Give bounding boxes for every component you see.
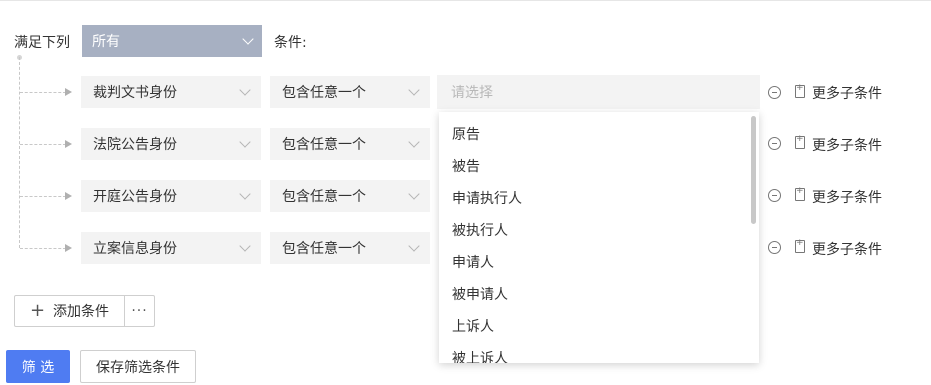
chevron-down-icon <box>408 188 420 200</box>
match-mode-select[interactable]: 所有 <box>82 25 262 57</box>
more-subconditions-link[interactable]: 更多子条件 <box>812 83 882 103</box>
dropdown-option[interactable]: 原告 <box>452 124 480 144</box>
add-document-icon[interactable] <box>795 238 805 253</box>
field-value: 立案信息身份 <box>93 241 177 257</box>
condition-field-select[interactable]: 立案信息身份 <box>81 232 261 264</box>
condition-field-select[interactable]: 开庭公告身份 <box>81 180 261 212</box>
chevron-down-icon <box>239 188 251 200</box>
field-value: 裁判文书身份 <box>93 85 177 101</box>
chevron-down-icon <box>239 240 251 252</box>
condition-field-select[interactable]: 法院公告身份 <box>81 128 261 160</box>
tree-branch <box>20 144 66 145</box>
condition-value-select[interactable]: 请选择 <box>437 75 760 109</box>
chevron-down-icon <box>408 136 420 148</box>
dropdown-option[interactable]: 被上诉人 <box>452 348 508 363</box>
more-subconditions-link[interactable]: 更多子条件 <box>812 135 882 155</box>
field-value: 开庭公告身份 <box>93 189 177 205</box>
tree-connector <box>19 57 20 248</box>
top-divider <box>0 0 931 1</box>
tree-branch <box>20 92 66 93</box>
value-dropdown-menu: 原告 被告 申请执行人 被执行人 申请人 被申请人 上诉人 被上诉人 <box>439 112 759 363</box>
remove-condition-icon[interactable] <box>768 241 781 254</box>
dropdown-option[interactable]: 申请执行人 <box>452 188 522 208</box>
value-placeholder: 请选择 <box>451 85 493 101</box>
tree-arrow-icon <box>65 88 72 96</box>
more-subconditions-link[interactable]: 更多子条件 <box>812 187 882 207</box>
field-value: 法院公告身份 <box>93 137 177 153</box>
dropdown-option[interactable]: 上诉人 <box>452 316 494 336</box>
add-document-icon[interactable] <box>795 83 805 98</box>
add-condition-group: + 添加条件 ··· <box>14 295 155 327</box>
dropdown-option[interactable]: 被申请人 <box>452 284 508 304</box>
chevron-down-icon <box>242 33 254 45</box>
conditions-label: 条件: <box>274 35 307 51</box>
condition-operator-select[interactable]: 包含任意一个 <box>270 232 430 264</box>
chevron-down-icon <box>239 136 251 148</box>
chevron-down-icon <box>408 240 420 252</box>
match-label: 满足下列 <box>14 35 70 51</box>
chevron-down-icon <box>239 84 251 96</box>
remove-condition-icon[interactable] <box>768 86 781 99</box>
save-filter-button[interactable]: 保存筛选条件 <box>80 350 196 383</box>
condition-operator-select[interactable]: 包含任意一个 <box>270 128 430 160</box>
match-mode-value: 所有 <box>92 34 120 50</box>
dropdown-scrollbar[interactable] <box>751 116 756 224</box>
tree-arrow-icon <box>65 192 72 200</box>
plus-icon: + <box>29 300 46 321</box>
condition-operator-select[interactable]: 包含任意一个 <box>270 76 430 108</box>
add-condition-button[interactable]: + 添加条件 <box>15 296 124 326</box>
remove-condition-icon[interactable] <box>768 137 781 150</box>
condition-operator-select[interactable]: 包含任意一个 <box>270 180 430 212</box>
add-document-icon[interactable] <box>795 134 805 149</box>
tree-arrow-icon <box>65 244 72 252</box>
tree-branch <box>20 196 66 197</box>
dropdown-option[interactable]: 申请人 <box>452 252 494 272</box>
condition-field-select[interactable]: 裁判文书身份 <box>81 76 261 108</box>
remove-condition-icon[interactable] <box>768 189 781 202</box>
filter-button[interactable]: 筛 选 <box>6 350 70 383</box>
operator-value: 包含任意一个 <box>282 241 366 257</box>
more-options-button[interactable]: ··· <box>125 296 154 326</box>
operator-value: 包含任意一个 <box>282 85 366 101</box>
chevron-down-icon <box>408 84 420 96</box>
add-condition-label: 添加条件 <box>53 304 110 320</box>
dropdown-option[interactable]: 被告 <box>452 156 480 176</box>
tree-branch <box>20 248 66 249</box>
more-subconditions-link[interactable]: 更多子条件 <box>812 239 882 259</box>
add-document-icon[interactable] <box>795 186 805 201</box>
tree-arrow-icon <box>65 140 72 148</box>
dropdown-option[interactable]: 被执行人 <box>452 220 508 240</box>
operator-value: 包含任意一个 <box>282 189 366 205</box>
operator-value: 包含任意一个 <box>282 137 366 153</box>
